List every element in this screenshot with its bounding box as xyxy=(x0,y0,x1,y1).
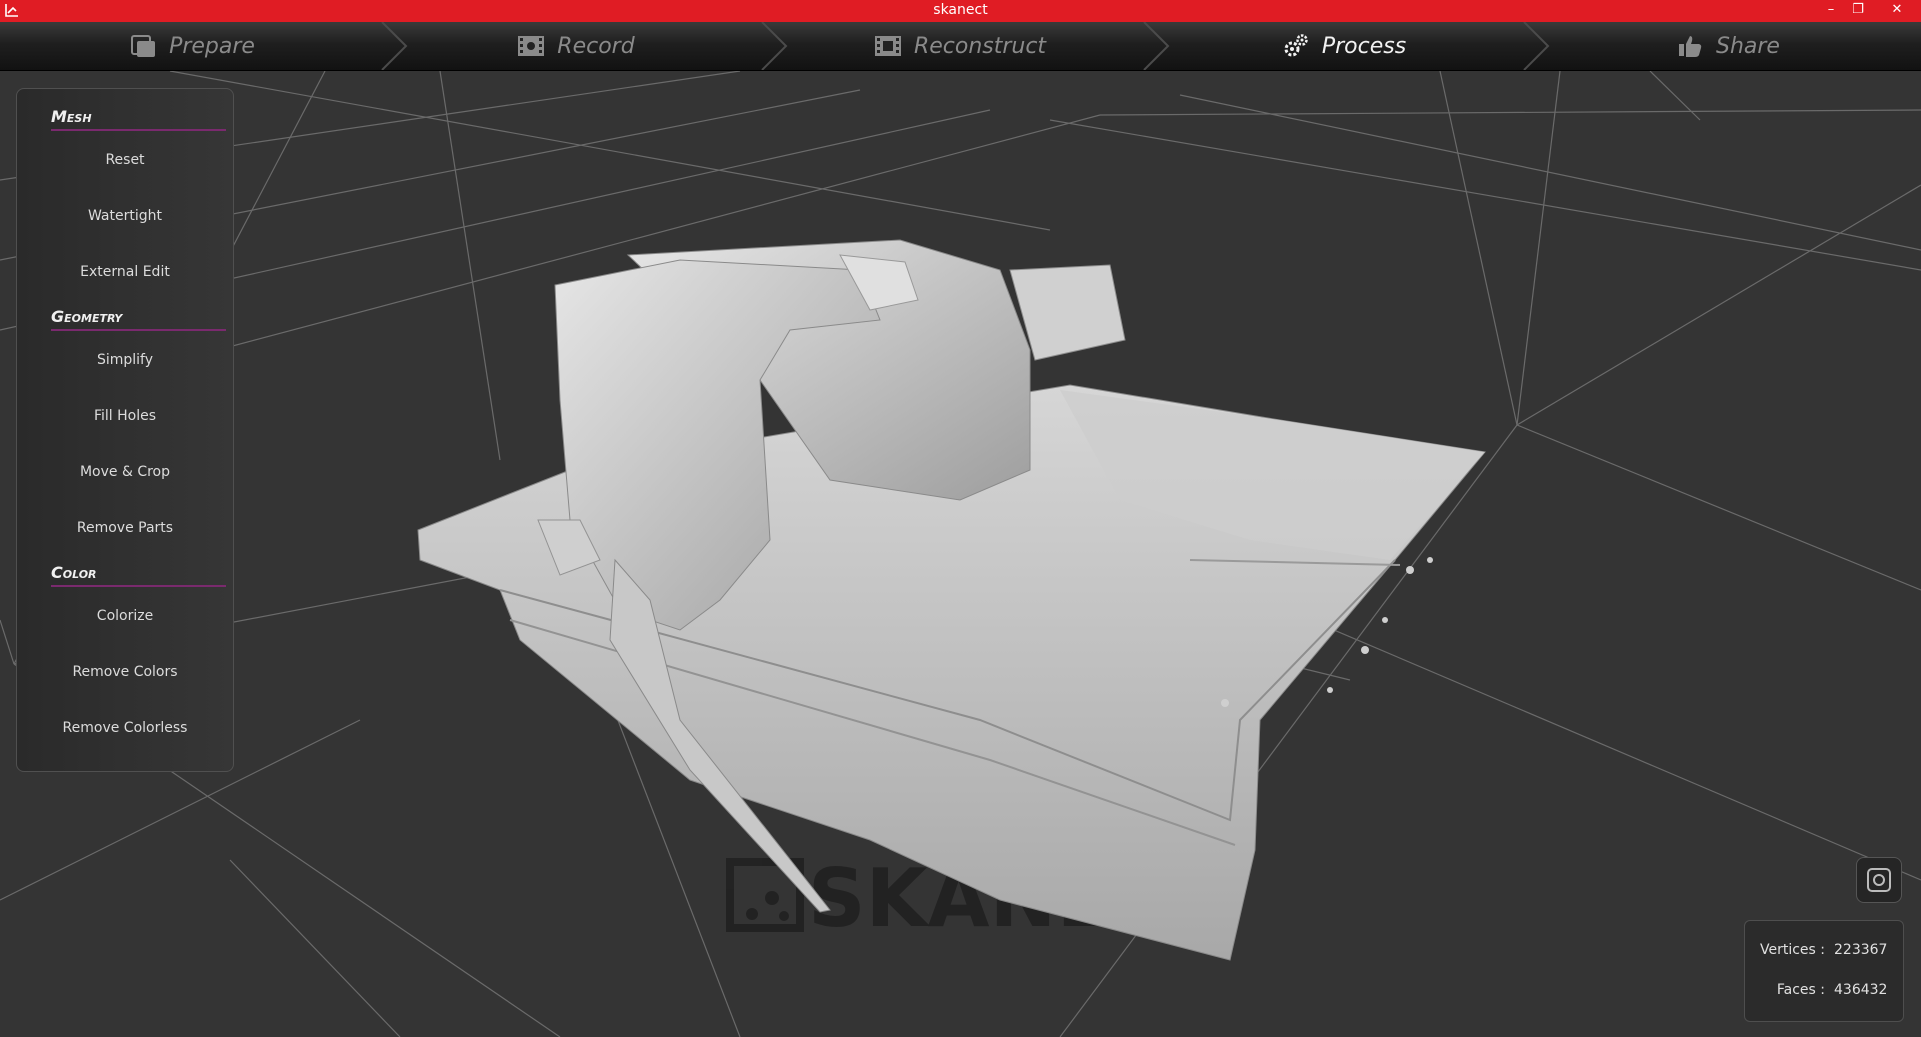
move-crop-button[interactable]: Move & Crop xyxy=(17,464,233,480)
remove-parts-button[interactable]: Remove Parts xyxy=(17,520,233,536)
restore-icon[interactable]: ❐ xyxy=(1843,0,1873,22)
thumbs-up-icon xyxy=(1679,36,1702,57)
mesh-stats-box: Vertices : 223367 Faces : 436432 xyxy=(1744,920,1904,1022)
faces-label: Faces : xyxy=(1776,982,1825,998)
scanned-mesh[interactable] xyxy=(417,239,1486,961)
tab-share[interactable]: Share xyxy=(1536,22,1920,70)
section-title-color: Color xyxy=(51,563,226,587)
gears-icon xyxy=(1284,34,1308,57)
workflow-tabs: Prepare Record Reconstruct Process Share xyxy=(0,22,1921,71)
window-title: skanect xyxy=(933,2,988,18)
tab-prepare-label: Prepare xyxy=(169,33,255,59)
camera-view-button[interactable] xyxy=(1856,857,1902,903)
remove-colorless-button[interactable]: Remove Colorless xyxy=(17,720,233,736)
vertices-label: Vertices : xyxy=(1759,942,1825,958)
tab-reconstruct[interactable]: Reconstruct xyxy=(768,22,1152,70)
section-title-geometry: Geometry xyxy=(51,307,226,331)
faces-value: 436432 xyxy=(1834,982,1888,998)
section-title-mesh: Mesh xyxy=(51,107,226,131)
vertices-value: 223367 xyxy=(1834,942,1888,958)
tab-record[interactable]: Record xyxy=(384,22,768,70)
3d-viewport[interactable]: SKANECT xyxy=(0,71,1921,1037)
record-film-icon xyxy=(518,36,545,56)
minimize-icon[interactable]: – xyxy=(1816,0,1846,22)
remove-colors-button[interactable]: Remove Colors xyxy=(17,664,233,680)
scene-canvas[interactable]: SKANECT xyxy=(0,71,1921,1037)
tab-process-label: Process xyxy=(1321,33,1407,59)
colorize-button[interactable]: Colorize xyxy=(17,608,233,624)
tab-prepare[interactable]: Prepare xyxy=(0,22,384,70)
external-edit-button[interactable]: External Edit xyxy=(17,264,233,280)
camera-view-icon xyxy=(1867,868,1891,892)
process-tool-panel: Mesh Reset Watertight External Edit Geom… xyxy=(16,88,234,772)
close-icon[interactable]: ✕ xyxy=(1882,0,1912,22)
fill-holes-button[interactable]: Fill Holes xyxy=(17,408,233,424)
tab-reconstruct-label: Reconstruct xyxy=(913,33,1047,59)
title-bar: skanect – ❐ ✕ xyxy=(0,0,1921,22)
simplify-button[interactable]: Simplify xyxy=(17,352,233,368)
watertight-button[interactable]: Watertight xyxy=(17,208,233,224)
reconstruct-film-icon xyxy=(874,36,901,56)
tab-process[interactable]: Process xyxy=(1152,22,1536,70)
prepare-icon xyxy=(131,35,156,57)
tab-record-label: Record xyxy=(557,33,635,59)
reset-button[interactable]: Reset xyxy=(17,152,233,168)
tab-share-label: Share xyxy=(1716,33,1780,59)
